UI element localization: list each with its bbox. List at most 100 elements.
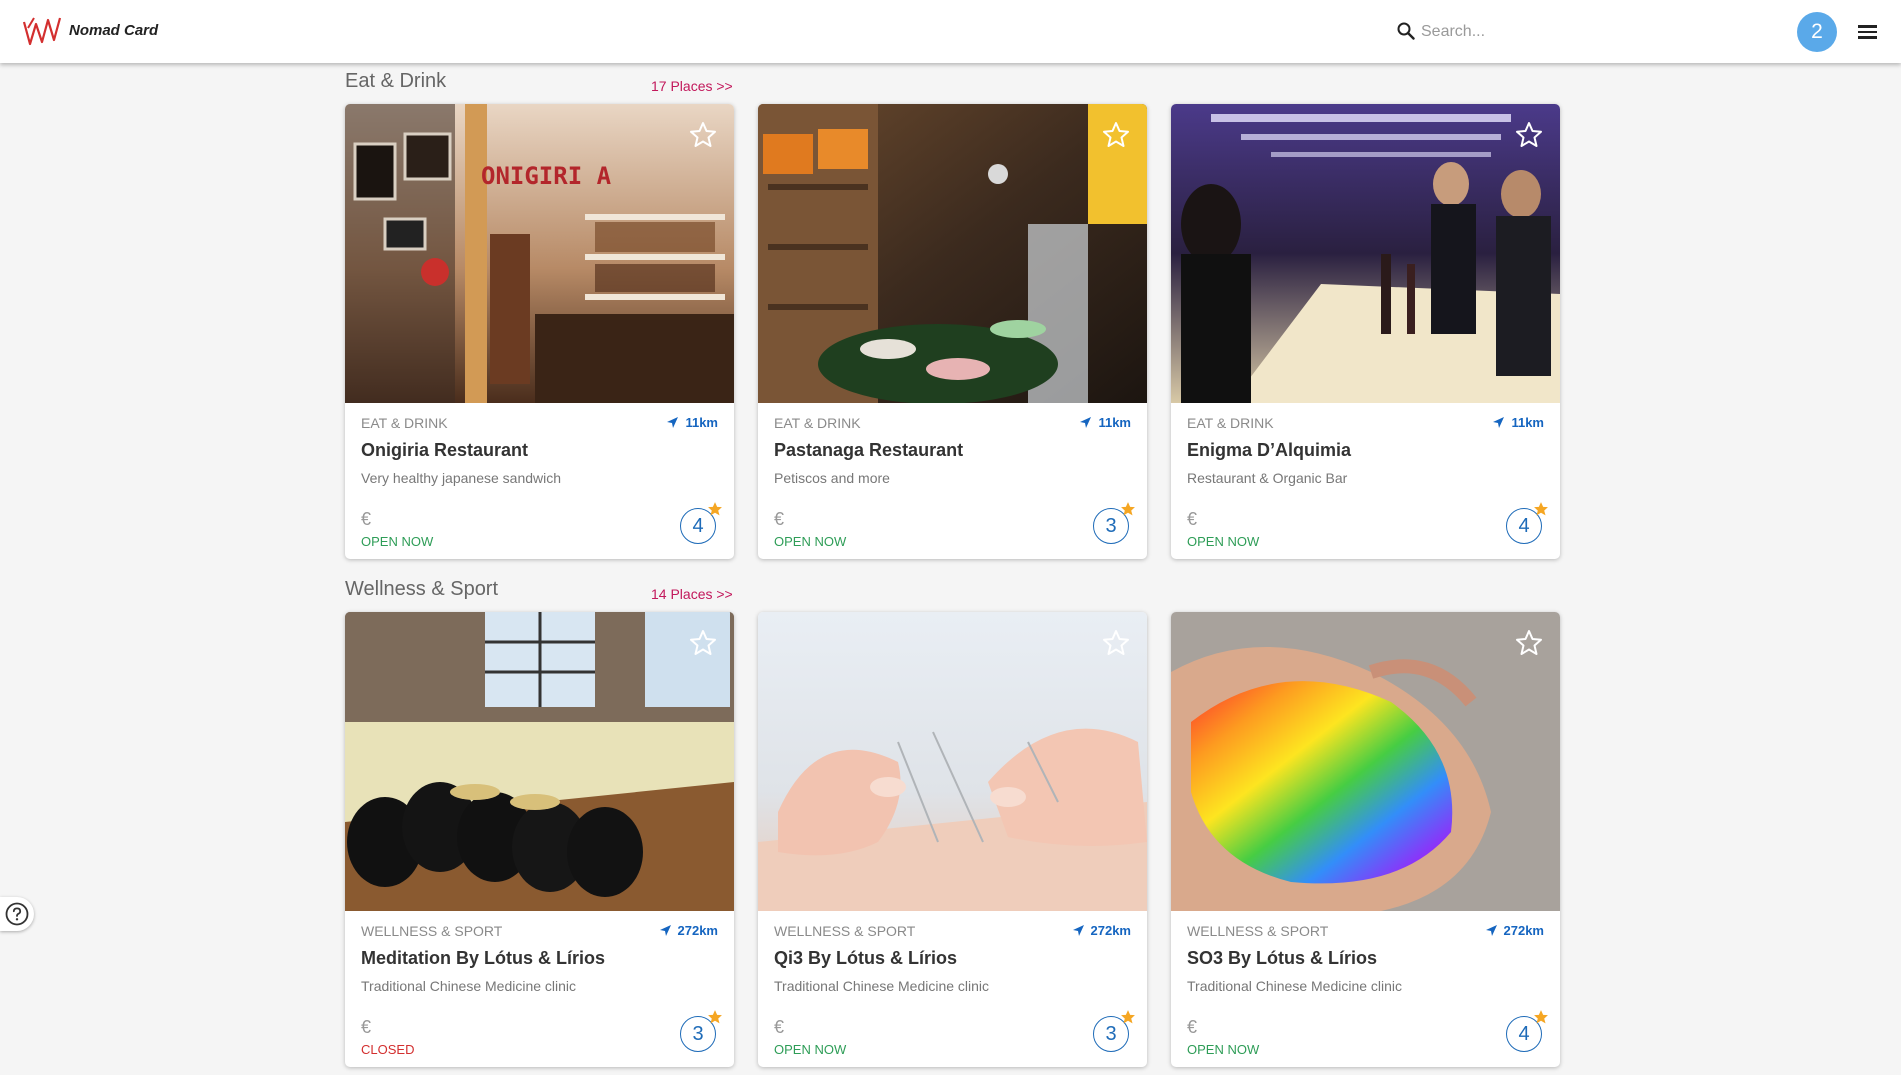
place-description: Traditional Chinese Medicine clinic (361, 978, 577, 994)
place-name[interactable]: Onigiria Restaurant (361, 440, 528, 461)
rating-badge: 3 (1093, 502, 1135, 544)
favorite-star-icon[interactable] (688, 120, 718, 150)
closed-status: CLOSED (361, 1042, 415, 1057)
photo-sign: ONIGIRI A (481, 162, 612, 190)
place-description: Traditional Chinese Medicine clinic (1187, 978, 1403, 994)
navigation-arrow-icon (659, 925, 671, 936)
open-status: OPEN NOW (774, 1042, 847, 1057)
place-name[interactable]: Meditation By Lótus & Lírios (361, 948, 605, 969)
distance-value: 272km (1090, 923, 1131, 938)
place-photo[interactable] (1171, 612, 1560, 911)
place-card-qi3[interactable]: WELLNESS & SPORT 272km Qi3 By Lótus & Lí… (758, 612, 1147, 1067)
place-name[interactable]: Pastanaga Restaurant (774, 440, 963, 461)
place-card-enigma[interactable]: EAT & DRINK 11km Enigma D’Alquimia Resta… (1171, 104, 1560, 559)
nomad-card-logo[interactable] (22, 14, 62, 48)
menu-line (1858, 25, 1877, 28)
rating-badge: 4 (1506, 502, 1548, 544)
place-category: WELLNESS & SPORT (774, 923, 916, 939)
place-distance: 272km (1072, 923, 1131, 938)
place-distance: 11km (1079, 415, 1131, 430)
place-category: EAT & DRINK (774, 415, 861, 431)
rating-value: 3 (1105, 1023, 1117, 1045)
favorite-star-icon[interactable] (1514, 120, 1544, 150)
place-description: Traditional Chinese Medicine clinic (774, 978, 990, 994)
place-card-so3[interactable]: WELLNESS & SPORT 272km SO3 By Lótus & Lí… (1171, 612, 1560, 1067)
brand-name[interactable]: Nomad Card (69, 22, 158, 39)
help-button[interactable] (0, 897, 34, 931)
rating-value: 4 (1518, 1023, 1530, 1045)
price-level: € (361, 1017, 372, 1037)
rating-value: 4 (692, 515, 704, 537)
rating-badge: 3 (1093, 1010, 1135, 1052)
price-level: € (774, 509, 785, 529)
place-category: EAT & DRINK (1187, 415, 1274, 431)
navigation-arrow-icon (1072, 925, 1084, 936)
place-photo[interactable]: ONIGIRI A (345, 104, 734, 403)
navigation-arrow-icon (1080, 417, 1092, 428)
place-distance: 11km (1492, 415, 1544, 430)
open-status: OPEN NOW (774, 534, 847, 549)
place-name[interactable]: SO3 By Lótus & Lírios (1187, 948, 1377, 969)
rating-badge: 4 (680, 502, 722, 544)
place-distance: 11km (666, 415, 718, 430)
search-bar (1397, 20, 1597, 44)
place-card-pastanaga[interactable]: EAT & DRINK 11km Pastanaga Restaurant Pe… (758, 104, 1147, 559)
distance-value: 11km (1511, 415, 1544, 430)
price-level: € (1187, 509, 1198, 529)
place-category: WELLNESS & SPORT (361, 923, 503, 939)
menu-icon[interactable] (1856, 22, 1880, 42)
favorite-star-icon[interactable] (1101, 628, 1131, 658)
menu-line (1858, 30, 1877, 33)
place-name[interactable]: Enigma D’Alquimia (1187, 440, 1351, 461)
place-category: WELLNESS & SPORT (1187, 923, 1329, 939)
rating-star-icon (1534, 1010, 1548, 1024)
distance-value: 11km (685, 415, 718, 430)
place-card-meditation[interactable]: WELLNESS & SPORT 272km Meditation By Lót… (345, 612, 734, 1067)
section-link-eat-drink[interactable]: 17 Places >> (651, 78, 733, 94)
section-link-wellness-sport[interactable]: 14 Places >> (651, 586, 733, 602)
rating-star-icon (1121, 502, 1135, 516)
place-name[interactable]: Qi3 By Lótus & Lírios (774, 948, 957, 969)
rating-star-icon (708, 502, 722, 516)
rating-value: 3 (1105, 515, 1117, 537)
rating-value: 3 (692, 1023, 704, 1045)
favorite-star-icon[interactable] (688, 628, 718, 658)
distance-value: 11km (1098, 415, 1131, 430)
search-icon[interactable] (1397, 22, 1415, 40)
place-card-onigiria[interactable]: ONIGIRI A EAT & DRINK 11km Onigiria Rest… (345, 104, 734, 559)
rating-star-icon (708, 1010, 722, 1024)
place-description: Petiscos and more (774, 470, 890, 486)
rating-value: 4 (1518, 515, 1530, 537)
section-title-wellness-sport: Wellness & Sport (345, 578, 499, 600)
open-status: OPEN NOW (361, 534, 434, 549)
place-category: EAT & DRINK (361, 415, 448, 431)
place-photo[interactable] (758, 104, 1147, 403)
place-description: Restaurant & Organic Bar (1187, 470, 1348, 486)
rating-star-icon (1121, 1010, 1135, 1024)
navigation-arrow-icon (1485, 925, 1497, 936)
distance-value: 272km (677, 923, 718, 938)
open-status: OPEN NOW (1187, 534, 1260, 549)
rating-badge: 4 (1506, 1010, 1548, 1052)
price-level: € (1187, 1017, 1198, 1037)
place-photo[interactable] (345, 612, 734, 911)
section-title-eat-drink: Eat & Drink (345, 70, 447, 92)
rating-badge: 3 (680, 1010, 722, 1052)
navigation-arrow-icon (1493, 417, 1505, 428)
place-distance: 272km (659, 923, 718, 938)
price-level: € (361, 509, 372, 529)
price-level: € (774, 1017, 785, 1037)
menu-line (1858, 36, 1877, 39)
place-photo[interactable] (758, 612, 1147, 911)
notification-avatar[interactable]: 2 (1797, 12, 1837, 52)
favorite-star-icon[interactable] (1101, 120, 1131, 150)
place-distance: 272km (1485, 923, 1544, 938)
place-description: Very healthy japanese sandwich (361, 470, 562, 486)
top-bar: Nomad Card 2 (0, 0, 1901, 63)
search-input[interactable] (1421, 20, 1591, 44)
help-icon (5, 902, 29, 926)
place-photo[interactable] (1171, 104, 1560, 403)
favorite-star-icon[interactable] (1514, 628, 1544, 658)
navigation-arrow-icon (667, 417, 679, 428)
rating-star-icon (1534, 502, 1548, 516)
